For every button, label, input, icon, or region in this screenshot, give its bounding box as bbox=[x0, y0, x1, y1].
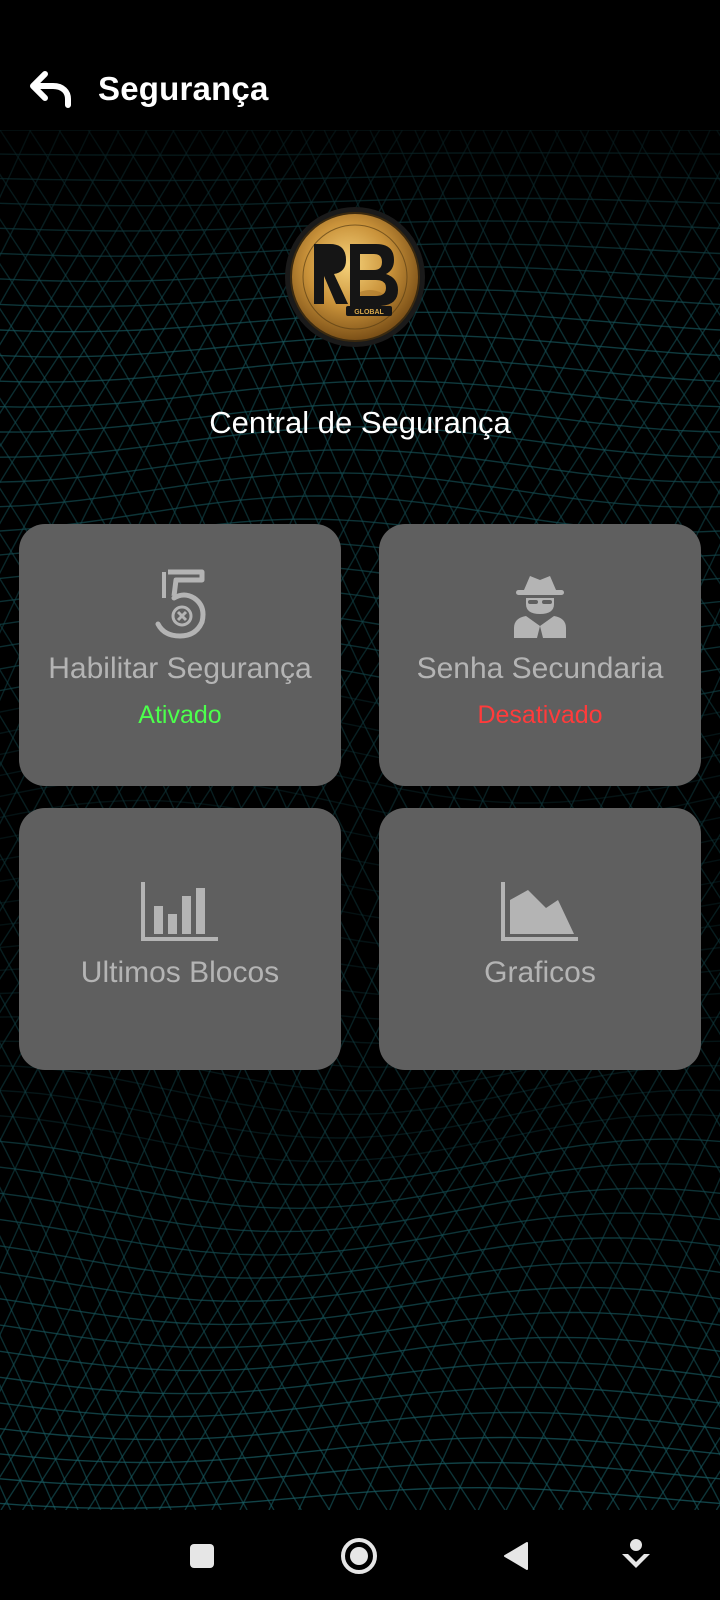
recents-button[interactable] bbox=[174, 1530, 230, 1582]
tile-graficos[interactable]: Graficos bbox=[379, 808, 701, 1070]
page-title: Segurança bbox=[98, 70, 269, 107]
square-recents-icon bbox=[190, 1544, 214, 1568]
tile-label: Senha Secundaria bbox=[416, 652, 664, 685]
section-title: Central de Segurança bbox=[209, 405, 511, 440]
area-chart-icon bbox=[501, 882, 578, 941]
triangle-back-icon bbox=[504, 1542, 528, 1570]
tile-label: Ultimos Blocos bbox=[80, 956, 280, 989]
system-nav-bar bbox=[0, 1512, 720, 1600]
assistant-down-icon bbox=[622, 1539, 650, 1568]
undo-arrow-icon bbox=[30, 71, 71, 108]
bar-chart-icon bbox=[141, 882, 218, 941]
security-five-icon bbox=[155, 569, 206, 639]
back-nav-button[interactable] bbox=[488, 1530, 544, 1582]
tile-label: Graficos bbox=[484, 956, 596, 989]
tile-ultimos-blocos[interactable]: Ultimos Blocos bbox=[19, 808, 341, 1070]
tile-habilitar-seguranca[interactable]: Habilitar Segurança Ativado bbox=[19, 524, 341, 786]
tile-senha-secundaria[interactable]: Senha Secundaria Desativado bbox=[379, 524, 701, 786]
tile-label: Habilitar Segurança bbox=[48, 652, 312, 685]
rb-global-coin-logo: GLOBAL bbox=[285, 207, 425, 347]
status-badge: Ativado bbox=[138, 701, 222, 729]
status-badge: Desativado bbox=[477, 701, 603, 729]
assistant-button[interactable] bbox=[608, 1530, 664, 1582]
spy-agent-icon bbox=[514, 576, 566, 638]
home-button[interactable] bbox=[331, 1530, 387, 1582]
circle-home-icon bbox=[341, 1538, 377, 1574]
svg-text:GLOBAL: GLOBAL bbox=[354, 309, 384, 316]
app-header: Segurança bbox=[0, 60, 720, 124]
back-button[interactable] bbox=[26, 68, 76, 112]
